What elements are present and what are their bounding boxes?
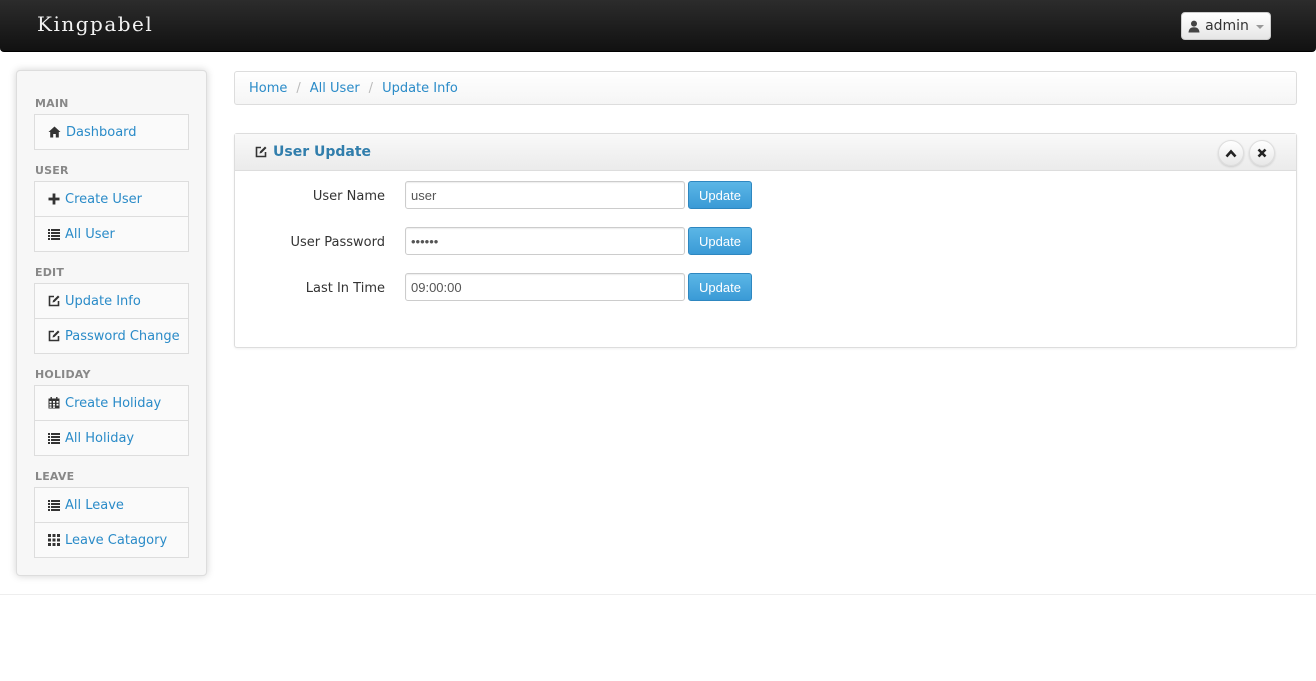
- sidebar-item-label: All Leave: [65, 497, 124, 513]
- list-icon: [48, 228, 60, 240]
- sidebar-item-all-leave[interactable]: All Leave: [34, 487, 189, 523]
- list-icon: [48, 499, 60, 511]
- user-password-input[interactable]: [405, 227, 685, 255]
- update-user-password-button[interactable]: Update: [688, 227, 752, 255]
- user-update-panel: User Update User Name Update User Passwo…: [234, 133, 1297, 348]
- home-icon: [48, 126, 61, 138]
- sidebar-header-holiday: HOLIDAY: [35, 368, 91, 381]
- breadcrumb-separator: /: [296, 80, 301, 96]
- sidebar-header-edit: EDIT: [35, 266, 65, 279]
- grid-icon: [48, 534, 60, 546]
- list-icon: [48, 432, 60, 444]
- sidebar-item-all-holiday[interactable]: All Holiday: [34, 420, 189, 456]
- sidebar-item-create-user[interactable]: Create User: [34, 181, 189, 217]
- sidebar-item-create-holiday[interactable]: Create Holiday: [34, 385, 189, 421]
- last-in-time-label: Last In Time: [305, 281, 385, 296]
- sidebar-item-dashboard[interactable]: Dashboard: [34, 114, 189, 150]
- sidebar-item-label: Dashboard: [66, 124, 137, 140]
- breadcrumb-separator: /: [368, 80, 374, 96]
- sidebar-header-user: USER: [35, 164, 69, 177]
- breadcrumb: Home / All User / Update Info: [234, 71, 1297, 105]
- sidebar-item-label: Create Holiday: [65, 395, 162, 411]
- sidebar-item-label: Update Info: [65, 293, 141, 309]
- edit-icon: [255, 146, 267, 158]
- update-user-name-button[interactable]: Update: [688, 181, 752, 209]
- close-icon: [1257, 148, 1267, 158]
- close-panel-button[interactable]: [1249, 140, 1275, 166]
- user-menu-button[interactable]: admin: [1181, 12, 1271, 40]
- chevron-up-icon: [1225, 149, 1237, 157]
- update-last-in-time-button[interactable]: Update: [688, 273, 752, 301]
- calendar-icon: [48, 397, 60, 409]
- sidebar-item-label: Create User: [65, 191, 142, 207]
- edit-icon: [48, 330, 60, 342]
- user-icon: [1188, 20, 1200, 32]
- panel-header: User Update: [235, 134, 1296, 171]
- top-navbar: Kingpabel admin: [0, 0, 1316, 52]
- sidebar-item-label: Leave Catagory: [65, 532, 168, 548]
- user-password-label: User Password: [290, 235, 386, 250]
- user-menu-label: admin: [1205, 18, 1249, 34]
- footer-divider: [0, 594, 1316, 595]
- caret-down-icon: [1255, 25, 1264, 29]
- collapse-button[interactable]: [1218, 140, 1244, 166]
- sidebar-item-label: All User: [65, 226, 115, 242]
- breadcrumb-update-info[interactable]: Update Info: [382, 81, 458, 96]
- sidebar-item-label: Password Change: [65, 328, 180, 344]
- panel-title: User Update: [273, 144, 372, 160]
- breadcrumb-home[interactable]: Home: [249, 81, 287, 96]
- breadcrumb-all-user[interactable]: All User: [310, 81, 360, 96]
- sidebar-item-leave-catagory[interactable]: Leave Catagory: [34, 522, 189, 558]
- brand-logo[interactable]: Kingpabel: [37, 12, 153, 36]
- sidebar-item-label: All Holiday: [65, 430, 135, 446]
- sidebar-item-password-change[interactable]: Password Change: [34, 318, 189, 354]
- last-in-time-input[interactable]: [405, 273, 685, 301]
- sidebar-item-update-info[interactable]: Update Info: [34, 283, 189, 319]
- user-name-label: User Name: [312, 189, 385, 204]
- edit-icon: [48, 295, 60, 307]
- sidebar-item-all-user[interactable]: All User: [34, 216, 189, 252]
- sidebar-header-leave: LEAVE: [35, 470, 75, 483]
- user-name-input[interactable]: [405, 181, 685, 209]
- sidebar-header-main: MAIN: [35, 97, 69, 110]
- plus-icon: [48, 193, 60, 205]
